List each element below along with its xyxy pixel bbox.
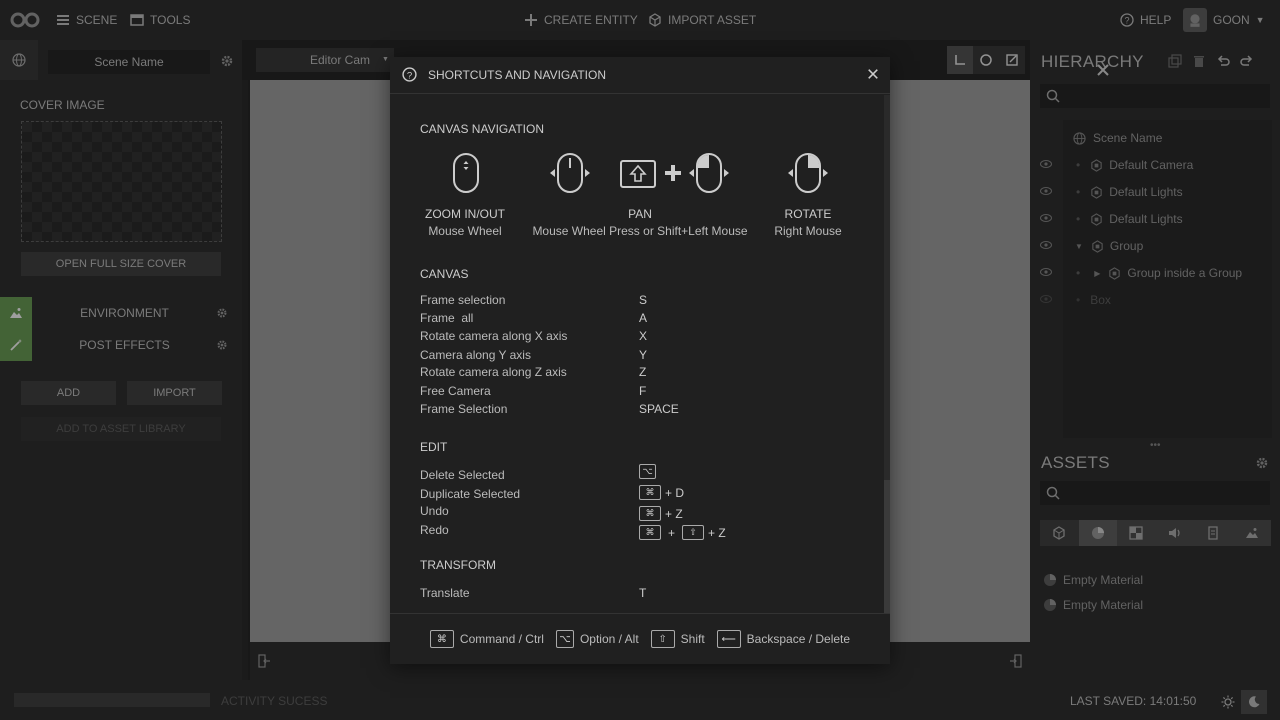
shortcut-action: Redo (420, 523, 449, 537)
shortcut-key: SPACE (639, 402, 679, 416)
shortcuts-modal: ? SHORTCUTS AND NAVIGATION CANVAS NAVIGA… (390, 57, 890, 664)
shortcut-action: Duplicate Selected (420, 487, 521, 501)
shortcut-key: Z (639, 365, 647, 379)
nav-rotate-sub: Right Mouse (774, 224, 842, 238)
shortcut-action: Rotate camera along Z axis (420, 365, 567, 379)
shortcut-suffix: + Z (665, 506, 683, 521)
mouse-wheel-icon (453, 153, 479, 193)
legend-backspace-label: Backspace / Delete (746, 632, 851, 646)
nav-zoom-label: ZOOM IN/OUT (425, 207, 505, 221)
modal-scrollbar-thumb[interactable] (884, 480, 890, 613)
shortcut-key: ⌘ + ⇧ + Z (639, 525, 726, 540)
legend-command-label: Command / Ctrl (459, 632, 544, 646)
shift-key-icon: ⇧ (650, 630, 675, 648)
shortcut-plus: + (668, 525, 676, 540)
nav-zoom-sub: Mouse Wheel (428, 224, 502, 238)
shortcut-suffix: + Z (708, 525, 726, 540)
legend-command: ⌘ Command / Ctrl (429, 630, 544, 648)
edit-section-title: EDIT (420, 440, 448, 454)
command-key-icon: ⌘ (639, 506, 661, 521)
legend-shift-label: Shift (680, 632, 705, 646)
shortcut-row: Free Camera F (420, 384, 860, 402)
shortcut-row: Translate T (420, 586, 860, 604)
shortcut-key: X (639, 329, 648, 343)
shift-key-icon: ⇧ (682, 525, 705, 540)
shortcut-key: F (639, 384, 647, 398)
legend-backspace: ⟵ Backspace / Delete (716, 630, 851, 648)
mouse-middle-pan-icon (550, 153, 590, 193)
modal-body: CANVAS NAVIGATION ZOOM IN/OUT Mouse Whee… (390, 95, 890, 613)
svg-text:?: ? (407, 70, 412, 81)
shortcut-key: Y (639, 348, 648, 362)
shortcut-row: Undo ⌘ + Z (420, 504, 860, 522)
shortcut-row: Frame selection S (420, 293, 860, 311)
modal-key-legend: ⌘ Command / Ctrl ⌥ Option / Alt ⇧ Shift … (390, 613, 890, 664)
nav-rotate-label: ROTATE (784, 207, 832, 221)
shortcut-action: Free Camera (420, 384, 491, 398)
mouse-right-rotate-icon (788, 153, 828, 193)
shortcut-key: ⌘ + Z (639, 506, 683, 521)
mouse-left-pan-icon (689, 153, 729, 193)
modal-scrollbar[interactable] (884, 95, 890, 613)
command-key-icon: ⌘ (639, 525, 661, 540)
shortcut-key: ⌘ + D (639, 485, 684, 500)
shortcut-row: Frame Selection SPACE (420, 402, 860, 420)
shift-key-icon (620, 160, 656, 188)
backspace-key-icon: ⟵ (716, 630, 741, 648)
legend-option-label: Option / Alt (579, 632, 639, 646)
shortcut-row: Redo ⌘ + ⇧ + Z (420, 523, 860, 541)
nav-pan: PAN Mouse Wheel Press or Shift+Left Mous… (520, 207, 760, 238)
help-icon: ? (402, 67, 417, 82)
legend-option: ⌥ Option / Alt (555, 630, 639, 648)
shortcut-action: Rotate camera along X axis (420, 329, 568, 343)
shortcut-row: Rotate camera along Z axis Z (420, 365, 860, 383)
shortcut-key: T (639, 586, 647, 600)
shortcut-key: ⌥ (639, 464, 656, 479)
option-key-icon: ⌥ (639, 464, 656, 479)
shortcut-action: Camera along Y axis (420, 348, 531, 362)
shortcut-row: Duplicate Selected ⌘ + D (420, 485, 860, 505)
nav-zoom: ZOOM IN/OUT Mouse Wheel (415, 207, 515, 238)
close-icon (868, 69, 878, 79)
nav-rotate: ROTATE Right Mouse (758, 207, 858, 238)
shortcut-suffix: + D (665, 485, 685, 500)
transform-section-title: TRANSFORM (420, 558, 496, 572)
plus-icon (665, 165, 681, 181)
shortcut-row: Rotate camera along X axis X (420, 329, 860, 347)
close-icon[interactable] (1096, 63, 1110, 77)
shortcut-action: Delete Selected (420, 468, 505, 482)
shortcut-action: Frame Selection (420, 402, 508, 416)
shortcut-key: S (639, 293, 648, 307)
command-key-icon: ⌘ (639, 485, 661, 500)
shortcut-row: Camera along Y axis Y (420, 348, 860, 366)
shortcut-action: Frame selection (420, 293, 506, 307)
modal-title: SHORTCUTS AND NAVIGATION (428, 68, 607, 82)
option-key-icon: ⌥ (555, 630, 574, 648)
modal-close-button[interactable] (864, 65, 882, 83)
shortcut-action: Frame all (420, 311, 474, 325)
shortcut-row: Frame all A (420, 311, 860, 329)
nav-pan-sub: Mouse Wheel Press or Shift+Left Mouse (532, 224, 748, 238)
canvas-section-title: CANVAS (420, 267, 469, 281)
modal-header: ? SHORTCUTS AND NAVIGATION (390, 57, 890, 94)
shortcut-row: Delete Selected ⌥ (420, 464, 860, 486)
legend-shift: ⇧ Shift (650, 630, 705, 648)
shortcut-action: Undo (420, 504, 449, 518)
shortcut-action: Translate (420, 586, 470, 600)
shortcut-key: A (639, 311, 648, 325)
canvas-navigation-title: CANVAS NAVIGATION (420, 122, 545, 136)
command-key-icon: ⌘ (429, 630, 454, 648)
nav-pan-label: PAN (628, 207, 652, 221)
